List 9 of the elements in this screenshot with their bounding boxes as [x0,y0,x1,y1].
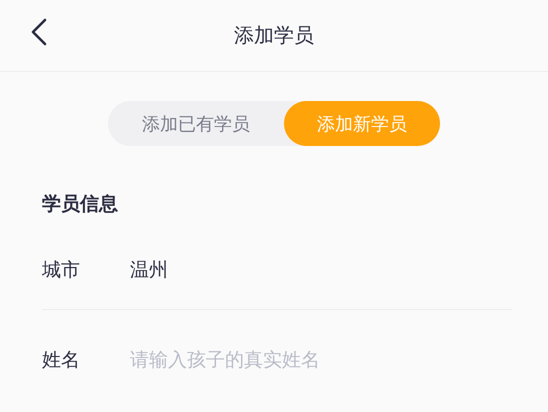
name-input[interactable]: 请输入孩子的真实姓名 [130,349,410,371]
field-value[interactable]: 温州 [130,257,168,283]
segment-tab[interactable]: 添加已有学员 [108,101,284,146]
section-title: 学员信息 [42,192,119,217]
back-icon[interactable] [31,18,47,46]
segment-tab[interactable]: 添加新学员 [284,101,440,146]
field-label: 城市 [42,258,81,283]
field-label: 姓名 [42,348,81,373]
page-title: 添加学员 [234,22,314,49]
